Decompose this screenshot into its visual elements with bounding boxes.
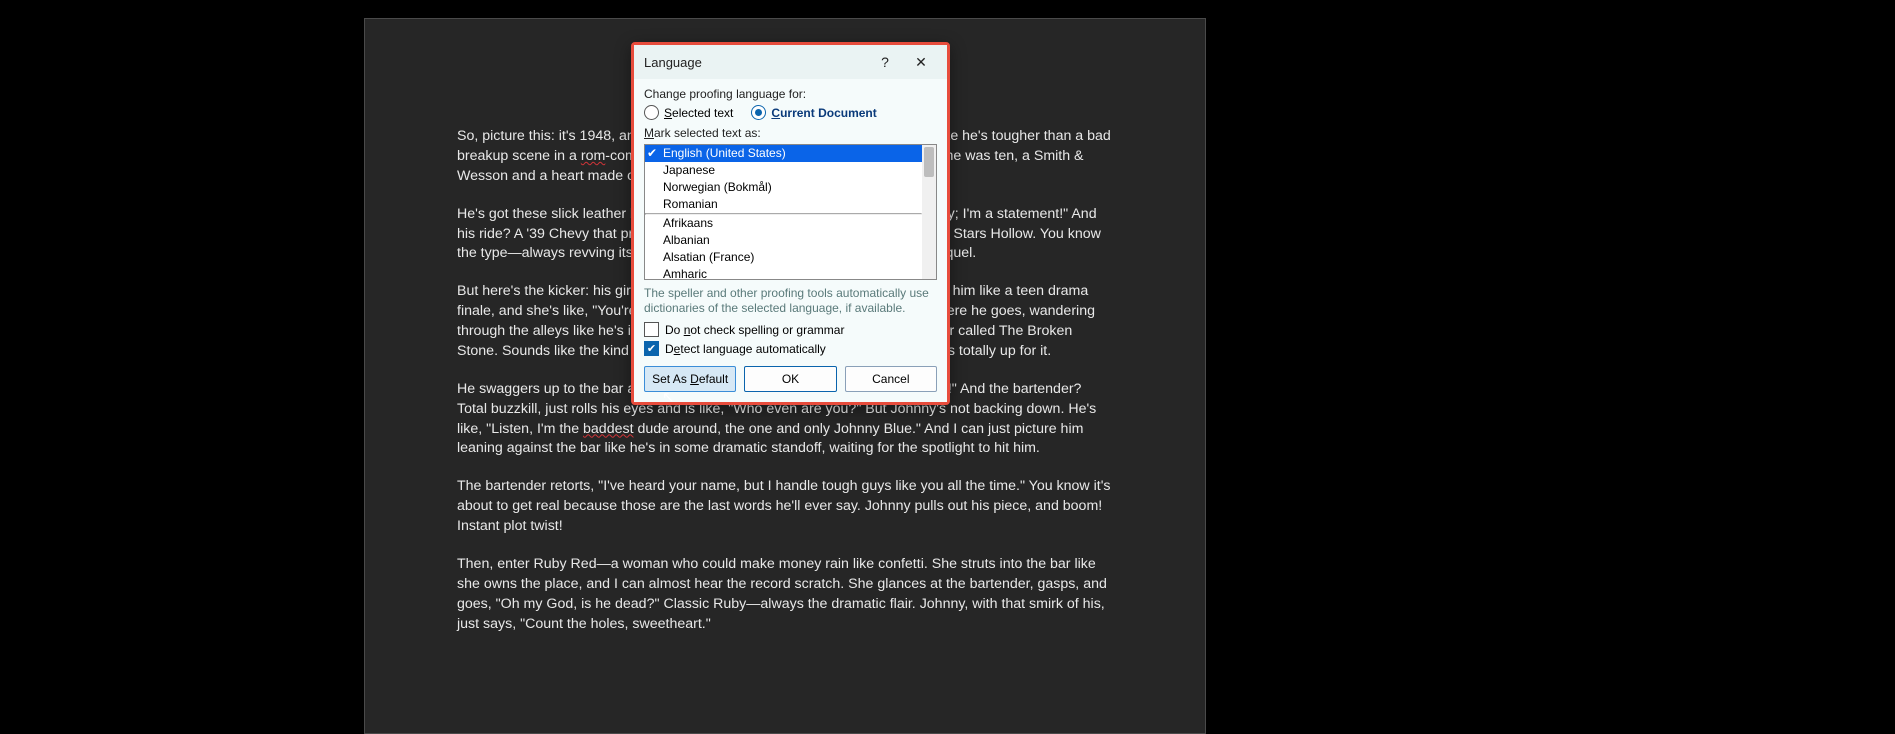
checkbox-icon: [644, 322, 659, 337]
ok-button[interactable]: OK: [744, 366, 836, 392]
mark-as-label: Mark selected text as:: [644, 126, 937, 140]
dialog-title: Language: [644, 55, 867, 70]
checkbox-no-spellcheck[interactable]: Do not check spelling or grammar: [644, 322, 937, 337]
help-button[interactable]: ?: [867, 48, 903, 76]
scrollbar-thumb[interactable]: [924, 147, 934, 177]
listbox-scrollbar[interactable]: [922, 145, 936, 279]
radio-current-document[interactable]: Current Document: [751, 105, 876, 120]
dialog-button-row: Set As Default OK Cancel: [644, 366, 937, 392]
change-proofing-label: Change proofing language for:: [644, 87, 937, 101]
dialog-body: Change proofing language for: Selected t…: [634, 79, 947, 402]
language-item-selected[interactable]: ✔English (United States): [645, 145, 922, 162]
checkbox-detect-language[interactable]: ✔ Detect language automatically: [644, 341, 937, 356]
checkbox-label: Do not check spelling or grammar: [665, 323, 844, 337]
radio-label: Current Document: [771, 106, 876, 120]
language-item[interactable]: Romanian: [645, 196, 922, 213]
paragraph: Then, enter Ruby Red—a woman who could m…: [457, 555, 1113, 635]
radio-label: Selected text: [664, 106, 733, 120]
language-listbox[interactable]: ✔English (United States) Japanese Norweg…: [644, 144, 937, 280]
radio-icon: [751, 105, 766, 120]
radio-icon: [644, 105, 659, 120]
check-icon: ✔: [647, 146, 657, 161]
close-button[interactable]: ✕: [903, 48, 939, 76]
radio-selected-text[interactable]: Selected text: [644, 105, 733, 120]
scope-radio-group: Selected text Current Document: [644, 105, 937, 120]
language-item[interactable]: Norwegian (Bokmål): [645, 179, 922, 196]
dialog-titlebar[interactable]: Language ? ✕: [634, 45, 947, 79]
language-dialog: Language ? ✕ Change proofing language fo…: [631, 42, 950, 405]
paragraph: The bartender retorts, "I've heard your …: [457, 477, 1113, 537]
language-item[interactable]: Alsatian (France): [645, 249, 922, 266]
checkbox-label: Detect language automatically: [665, 342, 826, 356]
language-item[interactable]: Afrikaans: [645, 215, 922, 232]
language-item[interactable]: Amharic: [645, 266, 922, 280]
checkbox-icon: ✔: [644, 341, 659, 356]
set-as-default-button[interactable]: Set As Default: [644, 366, 736, 392]
proofing-hint: The speller and other proofing tools aut…: [644, 286, 937, 316]
language-item[interactable]: Albanian: [645, 232, 922, 249]
language-item[interactable]: Japanese: [645, 162, 922, 179]
cancel-button[interactable]: Cancel: [845, 366, 937, 392]
